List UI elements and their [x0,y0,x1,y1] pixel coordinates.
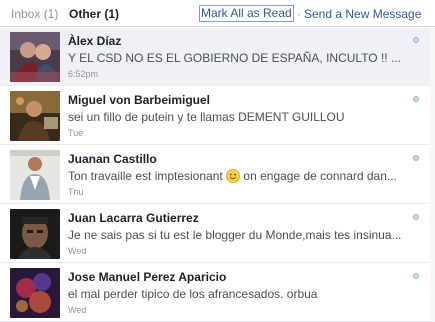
message-row[interactable]: Jose Manuel Perez Aparicio el mal perder… [0,264,435,322]
avatar[interactable] [10,209,60,259]
snippet-text-after-emoji: on engage de connard dan... [240,169,397,183]
avatar[interactable] [10,32,60,82]
message-time: Wed [68,246,87,256]
message-row[interactable]: Miguel von Barbeimiguel sei un fillo de … [0,87,435,145]
message-snippet: Je ne sais pas si tu est le blogger du M… [68,228,402,242]
read-status-dot-icon[interactable] [413,37,419,43]
sender-name[interactable]: Jose Manuel Perez Aparicio [68,270,226,284]
message-snippet: el mal perder tipico de los afrancesados… [68,287,318,301]
message-snippet: Y EL CSD NO ES EL GOBIERNO DE ESPAÑA, IN… [68,51,401,65]
avatar[interactable] [10,91,60,141]
sender-name[interactable]: Àlex Díaz [68,34,121,48]
link-separator: · [297,7,301,21]
smiley-emoji-icon [226,169,240,183]
message-time: 6:52pm [68,69,99,79]
message-snippet: sei un fillo de putein y te llamas DEMEN… [68,110,345,124]
tab-other[interactable]: Other (1) [69,7,119,21]
message-row[interactable]: Juanan Castillo Ton travaille est imptes… [0,146,435,204]
read-status-dot-icon[interactable] [413,214,419,220]
sender-name[interactable]: Juanan Castillo [68,152,157,166]
send-new-message-link[interactable]: Send a New Message [304,7,421,21]
message-row[interactable]: Juan Lacarra Gutierrez Je ne sais pas si… [0,205,435,263]
message-time: Tue [68,128,84,138]
message-row[interactable]: Àlex Díaz Y EL CSD NO ES EL GOBIERNO DE … [0,28,435,86]
message-time: Wed [68,305,87,315]
read-status-dot-icon[interactable] [413,96,419,102]
scrollbar[interactable] [430,28,435,321]
mark-all-read-link[interactable]: Mark All as Read [199,5,294,22]
snippet-text-before-emoji: Ton travaille est imptesionant [68,169,223,183]
message-time: Thu [68,187,84,197]
message-snippet: Ton travaille est imptesionant on engage… [68,169,403,183]
sender-name[interactable]: Miguel von Barbeimiguel [68,93,210,107]
avatar[interactable] [10,268,60,318]
read-status-dot-icon[interactable] [413,155,419,161]
read-status-dot-icon[interactable] [413,273,419,279]
sender-name[interactable]: Juan Lacarra Gutierrez [68,211,199,225]
messages-header: Inbox (1) Other (1) Mark All as Read · S… [0,0,435,27]
tab-inbox[interactable]: Inbox (1) [11,7,58,21]
avatar[interactable] [10,150,60,200]
